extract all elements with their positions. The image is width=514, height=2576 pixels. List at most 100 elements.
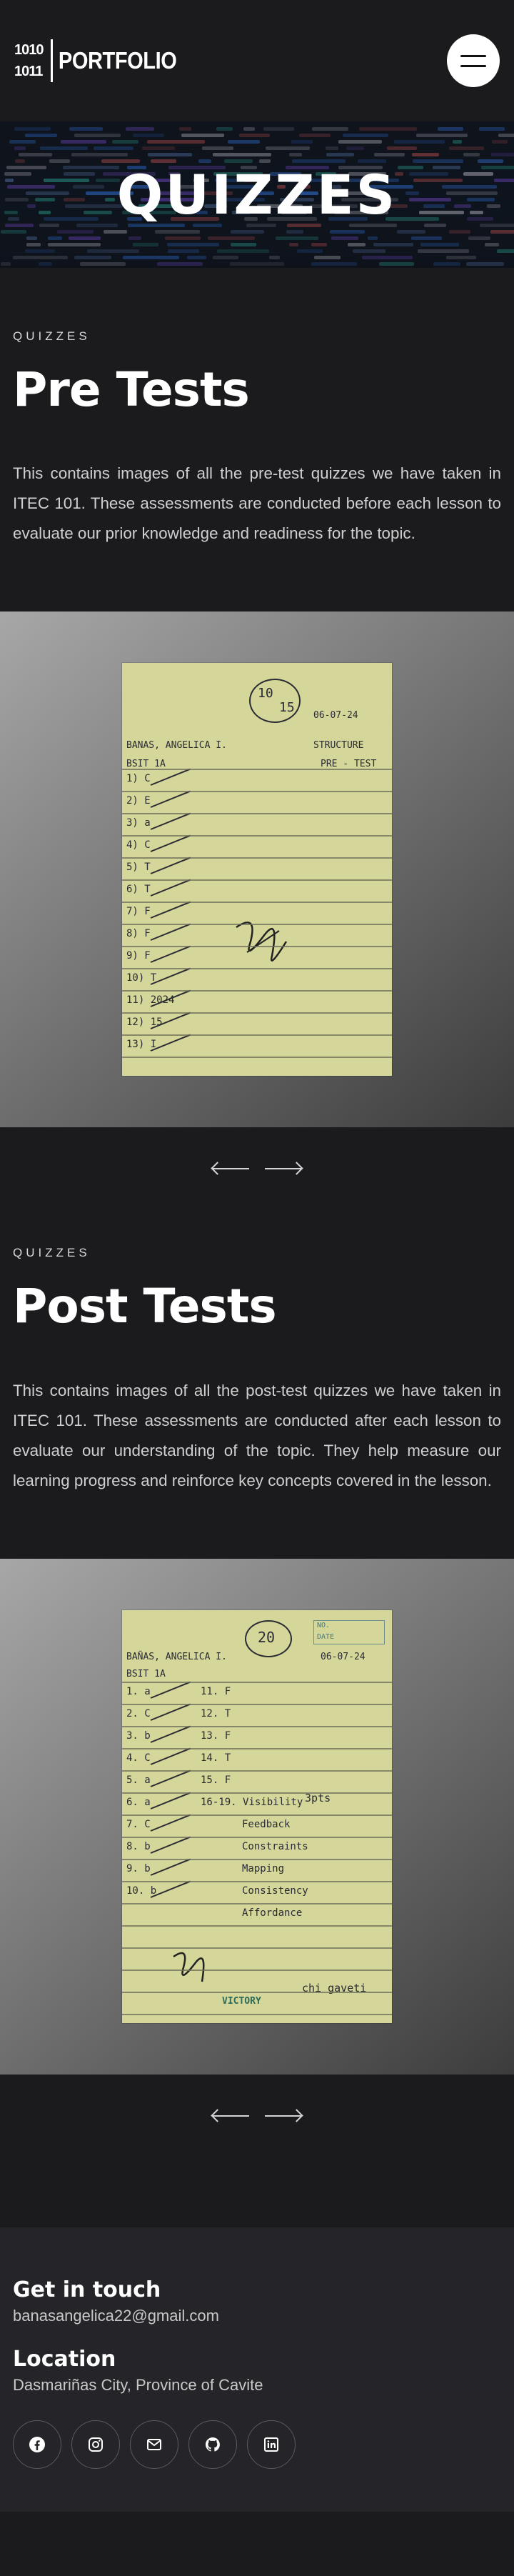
check-mark [150,834,191,853]
ruled-line [122,1034,392,1037]
check-mark [150,1725,191,1743]
answer-left: 8) F [126,928,151,940]
answer-right: 13. F [201,1729,231,1742]
ruled-line [122,1792,392,1794]
ruled-line [122,1012,392,1014]
ruled-line [122,924,392,926]
signature-scribble [173,1952,205,1982]
site-header: 1010 1011 PORTFOLIO [0,0,514,121]
answer-right: 16-19. Visibility [201,1796,303,1808]
answer-left: 5. a [126,1774,151,1786]
check-mark [150,857,191,875]
answer-left: 7. C [126,1818,151,1830]
github-link[interactable] [188,2420,237,2469]
check-mark [150,812,191,831]
pre-tests-carousel[interactable]: 10 15 06-07-24 BANAS, ANGELICA I. STRUCT… [0,611,514,1128]
post-tests-title: Post Tests [13,1279,277,1334]
next-arrow-icon[interactable] [265,1163,302,1174]
menu-button[interactable] [447,34,500,87]
paper-brand: VICTORY [222,1995,261,2007]
quiz-type: PRE - TEST [321,759,377,770]
check-mark [150,923,191,942]
ruled-line [122,2013,392,2015]
student-name: BANAS, ANGELICA I. [126,740,227,752]
hero-banner: QUIZZES [0,121,514,268]
logo-bits-top: 1010 [14,42,44,58]
logo-bits-bottom: 1011 [14,64,43,79]
check-mark [150,768,191,787]
answer-right: Feedback [242,1818,291,1830]
answer-left: 4. C [126,1752,151,1764]
ruled-line [122,857,392,859]
answer-left: 9. b [126,1862,151,1874]
post-tests-carousel-nav [0,2075,514,2162]
logo-text: PORTFOLIO [58,47,176,74]
ruled-line [122,902,392,904]
instagram-link[interactable] [71,2420,120,2469]
logo[interactable]: 1010 1011 PORTFOLIO [14,33,193,89]
answer-right: 12. T [201,1707,231,1719]
ruled-line [122,1681,392,1683]
facebook-icon [29,2436,45,2452]
ruled-line [122,791,392,793]
prev-arrow-icon[interactable] [212,1163,249,1174]
check-mark [150,879,191,897]
ruled-line [122,1703,392,1705]
facebook-link[interactable] [13,2420,61,2469]
score-top: 10 [258,686,273,702]
location-block: Location Dasmariñas City, Province of Ca… [13,2347,501,2395]
check-mark [150,1747,191,1765]
pre-test-quiz-image: 10 15 06-07-24 BANAS, ANGELICA I. STRUCT… [122,663,392,1077]
ruled-line [122,813,392,815]
contact-email[interactable]: banasangelica22@gmail.com [13,2307,501,2325]
answer-left: 1. a [126,1685,151,1697]
answer-left: 3) a [126,817,151,829]
pre-tests-eyebrow: QUIZZES [13,329,91,343]
ruled-line [122,1902,392,1904]
prev-arrow-icon[interactable] [212,2110,249,2122]
ruled-line [122,1858,392,1860]
social-links [13,2420,501,2469]
pre-tests-description: This contains images of all the pre-test… [13,464,501,543]
quiz-date: 06-07-24 [321,1651,366,1662]
location-title: Location [13,2346,116,2372]
pre-tests-section: QUIZZES Pre Tests This contains images o… [0,329,514,549]
answer-right: Mapping [242,1862,285,1874]
student-section: BSIT 1A [126,759,166,770]
answer-left: 4) C [126,839,151,852]
instagram-icon [89,2437,103,2452]
check-mark [150,901,191,919]
ruled-line [122,1947,392,1949]
post-tests-carousel[interactable]: 20 NO. DATE 06-07-24 BAÑAS, ANGELICA I. … [0,1558,514,2075]
answer-left: 8. b [126,1840,151,1852]
check-mark [150,945,191,964]
pre-tests-title: Pre Tests [13,362,250,417]
answer-left: 9) F [126,950,151,962]
mail-icon [147,2438,161,2450]
post-tests-description: This contains images of all the post-tes… [13,1381,501,1489]
check-mark [150,1792,191,1809]
answer-right: Affordance [242,1907,303,1919]
menu-icon-bar-bottom [460,64,486,67]
post-tests-eyebrow: QUIZZES [13,1246,91,1260]
mail-link[interactable] [130,2420,178,2469]
contact-title: Get in touch [13,2277,161,2302]
answer-left: 10. b [126,1884,157,1897]
site-footer: Get in touch banasangelica22@gmail.com L… [0,2227,514,2512]
logo-bits: 1010 1011 [14,39,53,82]
ruled-line [122,1924,392,1927]
next-arrow-icon[interactable] [265,2110,302,2122]
ruled-line [122,1814,392,1816]
score: 20 [258,1628,276,1646]
ruled-line [122,1991,392,1993]
check-mark [150,1858,191,1876]
answer-left: 5) T [126,862,151,874]
no-date-box: NO. DATE [313,1619,385,1644]
answer-right: 14. T [201,1752,231,1764]
ruled-line [122,879,392,882]
answer-left: 2. C [126,1707,151,1719]
linkedin-link[interactable] [247,2420,296,2469]
no-label: NO. [317,1621,331,1629]
menu-icon-bar-top [460,54,486,57]
ruled-line [122,1836,392,1838]
